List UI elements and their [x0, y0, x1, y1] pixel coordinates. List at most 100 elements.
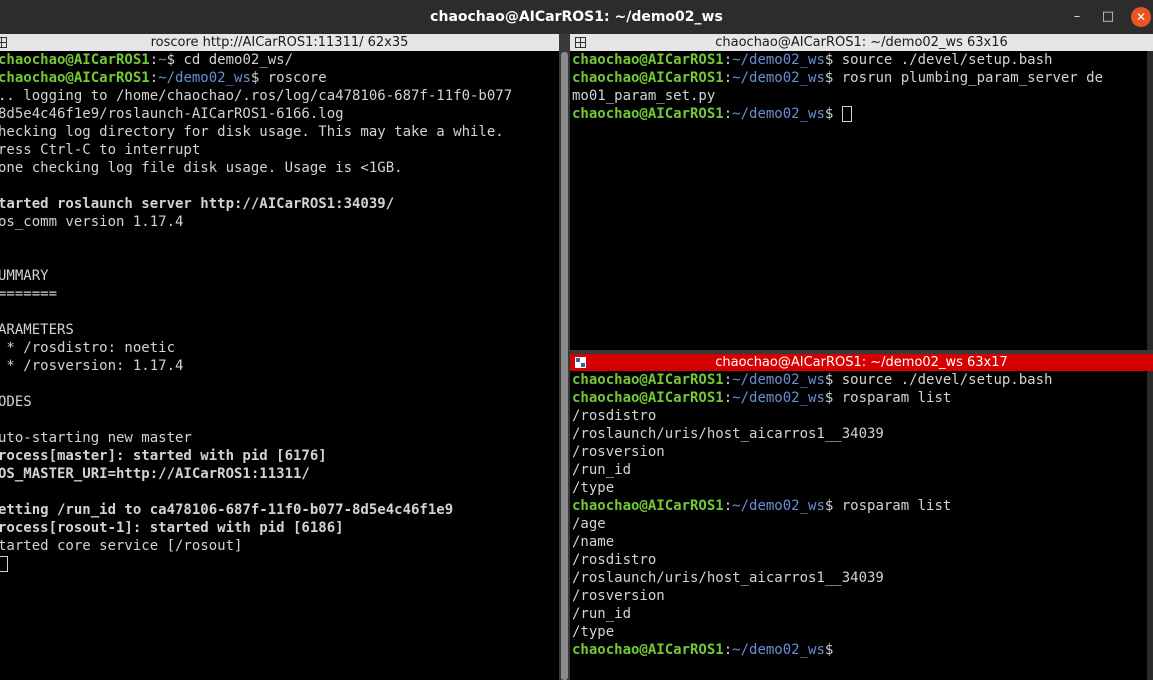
- output-line: /run_id: [572, 605, 1149, 623]
- prompt-separator: :: [149, 70, 159, 86]
- output-line: /roslaunch/uris/host_aicarros1__34039: [572, 425, 1149, 443]
- output-text: tarted roslaunch server http://AICarROS1…: [0, 196, 395, 212]
- pane-header-top-right[interactable]: chaochao@AICarROS1: ~/demo02_ws 63x16: [570, 34, 1153, 51]
- output-line: /roslaunch/uris/host_aicarros1__34039: [572, 569, 1149, 587]
- output-text: mo01_param_set.py: [572, 88, 716, 104]
- prompt-separator: :: [723, 106, 733, 122]
- minimize-icon[interactable]: –: [1067, 7, 1087, 27]
- output-line: OS_MASTER_URI=http://AICarROS1:11311/: [0, 465, 557, 483]
- output-text: =======: [0, 286, 58, 302]
- output-line: /rosversion: [572, 443, 1149, 461]
- prompt-path: ~/demo02_ws: [732, 642, 825, 658]
- output-text: os_comm version 1.17.4: [0, 214, 184, 230]
- output-text: * /rosversion: 1.17.4: [0, 358, 184, 374]
- terminal-output-left[interactable]: chaochao@AICarROS1:~$ cd demo02_ws/chaoc…: [0, 51, 557, 680]
- prompt-path: ~/demo02_ws: [732, 70, 825, 86]
- prompt-user: chaochao@AICarROS1: [572, 372, 724, 388]
- prompt-path: ~/demo02_ws: [732, 372, 825, 388]
- output-line: =======: [0, 285, 557, 303]
- scrollbar-top-right[interactable]: [1147, 51, 1153, 350]
- scrollbar-thumb[interactable]: [561, 52, 568, 680]
- prompt-line: chaochao@AICarROS1:~/demo02_ws$ rosparam…: [572, 497, 1149, 515]
- terminal-pane-left[interactable]: roscore http://AICarROS1:11311/ 62x35 ch…: [0, 34, 559, 680]
- pane-header-left[interactable]: roscore http://AICarROS1:11311/ 62x35: [0, 34, 559, 51]
- prompt-path: ~/demo02_ws: [732, 390, 825, 406]
- grid-icon[interactable]: [575, 357, 586, 368]
- command-text: rosrun plumbing_param_server de: [841, 70, 1104, 86]
- output-text: OS_MASTER_URI=http://AICarROS1:11311/: [0, 466, 310, 482]
- prompt-separator: :: [723, 70, 733, 86]
- command-text: source ./devel/setup.bash: [841, 372, 1053, 388]
- window-titlebar[interactable]: chaochao@AICarROS1: ~/demo02_ws – □ ✕: [0, 0, 1153, 34]
- prompt-symbol: $: [824, 372, 842, 388]
- output-line: rocess[rosout-1]: started with pid [6186…: [0, 519, 557, 537]
- terminal-output-bottom-right[interactable]: chaochao@AICarROS1:~/demo02_ws$ source .…: [572, 371, 1149, 680]
- prompt-symbol: $: [824, 106, 842, 122]
- prompt-path: ~/demo02_ws: [732, 498, 825, 514]
- output-text: /age: [572, 516, 606, 532]
- vertical-splitter[interactable]: [559, 34, 570, 680]
- prompt-path: ~/demo02_ws: [732, 106, 825, 122]
- prompt-line: chaochao@AICarROS1:~/demo02_ws$ source .…: [572, 51, 1149, 69]
- grid-icon[interactable]: [575, 37, 586, 48]
- grid-icon[interactable]: [0, 37, 7, 48]
- output-text: /roslaunch/uris/host_aicarros1__34039: [572, 570, 884, 586]
- window-title: chaochao@AICarROS1: ~/demo02_ws: [430, 9, 723, 25]
- terminator-window: chaochao@AICarROS1: ~/demo02_ws – □ ✕ ro…: [0, 0, 1153, 680]
- command-text: source ./devel/setup.bash: [841, 52, 1053, 68]
- output-text: ODES: [0, 394, 32, 410]
- prompt-symbol: $: [250, 70, 268, 86]
- output-text: /name: [572, 534, 615, 550]
- prompt-line: chaochao@AICarROS1:~/demo02_ws$ roscore: [0, 69, 557, 87]
- output-line: ODES: [0, 393, 557, 411]
- prompt-symbol: $: [824, 390, 842, 406]
- prompt-user: chaochao@AICarROS1: [0, 70, 150, 86]
- output-text: /type: [572, 624, 615, 640]
- prompt-path: ~/demo02_ws: [158, 70, 251, 86]
- terminal-output-top-right[interactable]: chaochao@AICarROS1:~/demo02_ws$ source .…: [572, 51, 1149, 350]
- terminal-cursor[interactable]: [0, 556, 8, 572]
- output-line: /rosversion: [572, 587, 1149, 605]
- command-text: roscore: [267, 70, 327, 86]
- prompt-path: ~: [158, 52, 167, 68]
- output-text: uto-starting new master: [0, 430, 192, 446]
- prompt-symbol: $: [824, 642, 842, 658]
- output-text: /rosversion: [572, 444, 665, 460]
- prompt-user: chaochao@AICarROS1: [572, 52, 724, 68]
- output-text: rocess[rosout-1]: started with pid [6186…: [0, 520, 344, 536]
- output-line: ress Ctrl-C to interrupt: [0, 141, 557, 159]
- output-line: ARAMETERS: [0, 321, 557, 339]
- output-text: /run_id: [572, 606, 632, 622]
- prompt-separator: :: [723, 390, 733, 406]
- output-line: .. logging to /home/chaochao/.ros/log/ca…: [0, 87, 557, 105]
- scrollbar-bottom-right[interactable]: [1147, 371, 1153, 680]
- terminal-pane-bottom-right[interactable]: chaochao@AICarROS1: ~/demo02_ws 63x17 ch…: [570, 354, 1153, 680]
- output-text: UMMARY: [0, 268, 49, 284]
- output-line: rocess[master]: started with pid [6176]: [0, 447, 557, 465]
- output-text: rocess[master]: started with pid [6176]: [0, 448, 327, 464]
- output-line: * /rosdistro: noetic: [0, 339, 557, 357]
- output-line: UMMARY: [0, 267, 557, 285]
- pane-header-bottom-right[interactable]: chaochao@AICarROS1: ~/demo02_ws 63x17: [570, 354, 1153, 371]
- prompt-line: chaochao@AICarROS1:~/demo02_ws$ rosparam…: [572, 389, 1149, 407]
- terminal-cursor[interactable]: [841, 106, 852, 122]
- prompt-separator: :: [723, 52, 733, 68]
- prompt-line: chaochao@AICarROS1:~/demo02_ws$: [572, 105, 1149, 123]
- output-line: /rosdistro: [572, 551, 1149, 569]
- prompt-user: chaochao@AICarROS1: [572, 642, 724, 658]
- output-text: one checking log file disk usage. Usage …: [0, 160, 403, 176]
- terminal-pane-top-right[interactable]: chaochao@AICarROS1: ~/demo02_ws 63x16 ch…: [570, 34, 1153, 350]
- output-text: /rosdistro: [572, 408, 657, 424]
- prompt-user: chaochao@AICarROS1: [572, 390, 724, 406]
- close-icon[interactable]: ✕: [1131, 7, 1151, 27]
- maximize-icon[interactable]: □: [1098, 7, 1118, 27]
- command-text: rosparam list: [841, 390, 952, 406]
- prompt-path: ~/demo02_ws: [732, 52, 825, 68]
- prompt-user: chaochao@AICarROS1: [572, 498, 724, 514]
- pane-title-top-right: chaochao@AICarROS1: ~/demo02_ws 63x16: [715, 35, 1008, 50]
- output-text: ARAMETERS: [0, 322, 74, 338]
